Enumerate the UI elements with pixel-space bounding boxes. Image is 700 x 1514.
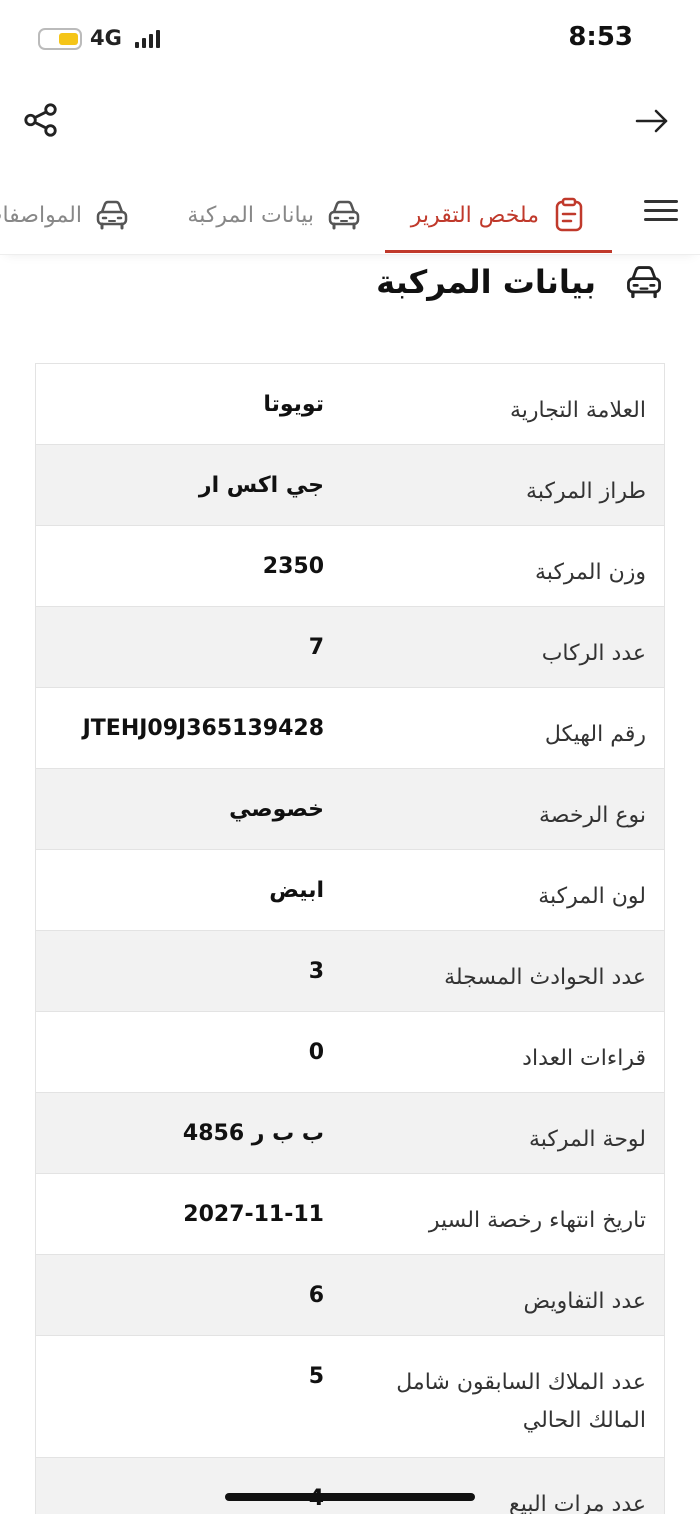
battery-icon [38, 28, 82, 50]
row-value: JTEHJ09J365139428 [82, 716, 324, 741]
tab-report-summary[interactable]: ملخص التقرير [385, 187, 612, 253]
back-arrow-icon[interactable] [634, 103, 670, 139]
row-value: 5 [308, 1364, 324, 1389]
status-bar: 4G 8:53 [0, 0, 700, 80]
row-value: 6 [308, 1283, 324, 1308]
table-row: لون المركبة ابيض [36, 850, 664, 931]
row-value: ابيض [269, 878, 324, 903]
table-row: عدد التفاويض 6 [36, 1255, 664, 1336]
table-row: عدد الحوادث المسجلة 3 [36, 931, 664, 1012]
table-row: العلامة التجارية تويوتا [36, 364, 664, 445]
row-label: عدد الملاك السابقون شامل المالك الحالي [396, 1370, 646, 1433]
row-label: طراز المركبة [526, 479, 646, 504]
row-label: لوحة المركبة [528, 1127, 646, 1152]
row-label: قراءات العداد [522, 1046, 646, 1071]
row-label: عدد الحوادث المسجلة [444, 965, 646, 990]
action-bar [0, 95, 700, 151]
tab-specifications[interactable]: المواصفات [0, 187, 130, 243]
row-value: 2350 [262, 554, 324, 579]
tab-vehicle-data-label: بيانات المركبة [187, 202, 314, 228]
tab-vehicle-data[interactable]: بيانات المركبة [187, 187, 362, 243]
car-icon [627, 266, 661, 299]
table-row: قراءات العداد 0 [36, 1012, 664, 1093]
share-icon[interactable] [22, 101, 60, 139]
active-tab-indicator [385, 250, 612, 253]
row-value: تويوتا [263, 392, 324, 417]
row-value: جي اكس ار [198, 473, 324, 498]
section-title: بيانات المركبة [376, 263, 596, 301]
tab-bar: ملخص التقرير بيانات المركبة المواصفات [0, 175, 700, 255]
table-row: تاريخ انتهاء رخصة السير 2027-11-11 [36, 1174, 664, 1255]
row-label: عدد الركاب [541, 641, 646, 666]
row-label: رقم الهيكل [544, 722, 646, 747]
table-row: عدد مرات البيع 4 [36, 1458, 664, 1514]
row-value: 7 [308, 635, 324, 660]
signal-icon [135, 30, 161, 48]
car-icon [328, 200, 360, 230]
clipboard-icon [555, 197, 583, 232]
table-row: نوع الرخصة خصوصي [36, 769, 664, 850]
tab-specifications-label: المواصفات [0, 202, 82, 228]
table-row: عدد الملاك السابقون شامل المالك الحالي 5 [36, 1336, 664, 1458]
tab-report-summary-label: ملخص التقرير [410, 202, 539, 228]
row-label: عدد التفاويض [523, 1289, 646, 1314]
table-row: لوحة المركبة ب ب ر 4856 [36, 1093, 664, 1174]
car-icon [96, 200, 128, 230]
row-label: نوع الرخصة [538, 803, 646, 828]
section-header: بيانات المركبة [376, 262, 664, 302]
row-value: 3 [308, 959, 324, 984]
vehicle-data-table: العلامة التجارية تويوتا طراز المركبة جي … [35, 363, 665, 1514]
network-type: 4G [90, 26, 122, 50]
row-value: خصوصي [229, 797, 324, 822]
table-row: عدد الركاب 7 [36, 607, 664, 688]
home-indicator[interactable] [225, 1493, 475, 1501]
row-value: 2027-11-11 [183, 1202, 324, 1227]
table-row: رقم الهيكل JTEHJ09J365139428 [36, 688, 664, 769]
table-row: طراز المركبة جي اكس ار [36, 445, 664, 526]
row-label: عدد مرات البيع [508, 1492, 646, 1514]
status-time: 8:53 [568, 22, 633, 52]
row-label: وزن المركبة [535, 560, 646, 585]
row-value: 0 [308, 1040, 324, 1065]
table-row: وزن المركبة 2350 [36, 526, 664, 607]
row-label: العلامة التجارية [509, 398, 646, 423]
battery-level [59, 33, 78, 45]
row-value: ب ب ر 4856 [182, 1121, 324, 1146]
row-label: تاريخ انتهاء رخصة السير [428, 1208, 646, 1233]
menu-icon[interactable] [642, 197, 678, 225]
row-label: لون المركبة [538, 884, 646, 909]
